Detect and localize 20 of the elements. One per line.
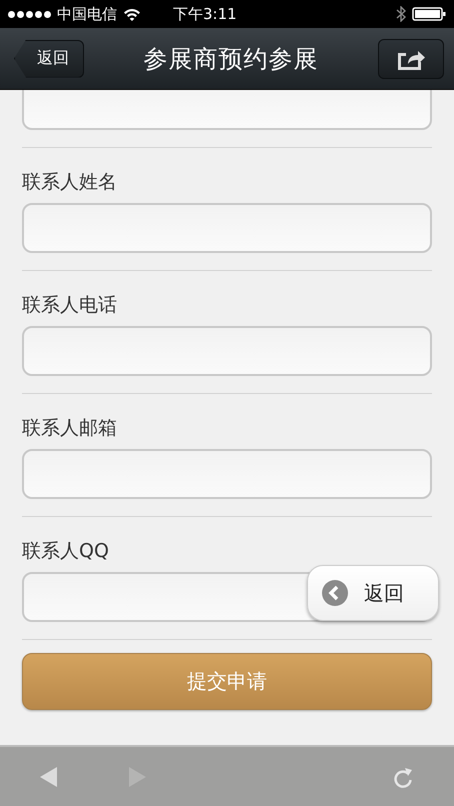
input-field[interactable] — [22, 449, 432, 499]
input-field[interactable] — [22, 326, 432, 376]
back-arrow-button[interactable] — [40, 766, 58, 786]
input-field[interactable] — [22, 90, 432, 130]
field-label: 联系人姓名 — [22, 170, 118, 194]
bluetooth-icon — [396, 6, 406, 22]
wifi-icon — [123, 8, 141, 20]
carrier-name: 中国电信 — [57, 4, 117, 24]
share-button[interactable] — [378, 38, 444, 78]
field-label: 联系人电话 — [22, 293, 118, 317]
field-label: 联系人邮箱 — [22, 416, 118, 440]
back-button[interactable]: 返回 — [14, 40, 84, 78]
signal-icon — [8, 10, 51, 18]
field-label: 联系人QQ — [22, 539, 110, 563]
input-field[interactable] — [22, 203, 432, 253]
page-title: 参展商预约参展 — [142, 44, 320, 74]
battery-icon — [412, 7, 446, 21]
floating-back-button[interactable]: 返回 — [307, 565, 439, 621]
clock-time: 下午3:11 — [173, 4, 237, 24]
chevron-left-icon — [322, 580, 348, 606]
